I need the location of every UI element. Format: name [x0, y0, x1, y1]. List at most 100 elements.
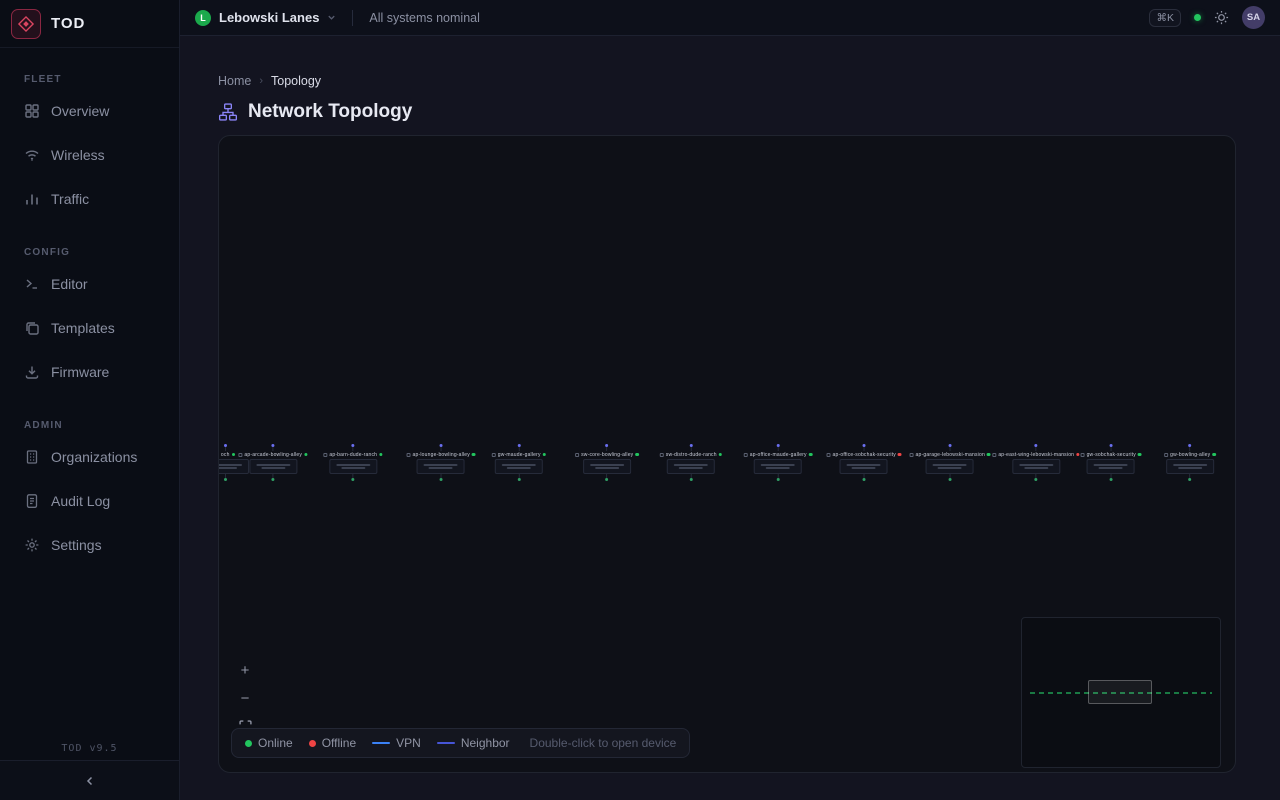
section-label-config: CONFIG	[0, 247, 179, 258]
client-dot-icon	[439, 478, 442, 481]
tod-logo-icon	[11, 9, 41, 39]
download-icon	[24, 364, 40, 380]
sidebar-item-settings[interactable]: Settings	[0, 523, 179, 567]
topology-node[interactable]: ap-east-wing-lebowski-mansion	[992, 444, 1079, 481]
sidebar-item-editor[interactable]: Editor	[0, 262, 179, 306]
node-label: ap-barn-dude-ranch	[329, 452, 377, 458]
topology-node[interactable]: gw-sobchak-security	[1081, 444, 1142, 481]
system-status-text: All systems nominal	[369, 11, 479, 25]
minimap[interactable]	[1021, 617, 1221, 768]
client-dot-icon	[1188, 478, 1191, 481]
device-icon	[1164, 453, 1168, 457]
breadcrumb-home[interactable]: Home	[218, 74, 251, 88]
sidebar-item-wireless[interactable]: Wireless	[0, 133, 179, 177]
node-link-line	[607, 474, 608, 478]
grid-icon	[24, 103, 40, 119]
sidebar-item-label: Traffic	[51, 191, 89, 207]
user-avatar[interactable]: SA	[1242, 6, 1265, 29]
sidebar-item-organizations[interactable]: Organizations	[0, 435, 179, 479]
sun-icon	[1214, 10, 1229, 25]
node-link-line	[1111, 474, 1112, 478]
node-card	[1012, 459, 1060, 474]
node-status-dot	[543, 453, 547, 457]
node-status-dot	[1212, 453, 1216, 457]
sidebar-item-templates[interactable]: Templates	[0, 306, 179, 350]
breadcrumb-chevron-icon: ›	[259, 75, 263, 87]
node-link-line	[1189, 474, 1190, 478]
topology-node[interactable]: ap-garage-lebowski-mansion	[910, 444, 991, 481]
zoom-in-button[interactable]: +	[235, 660, 255, 680]
copy-icon	[24, 320, 40, 336]
org-selector[interactable]: L Lebowski Lanes	[195, 10, 336, 26]
topology-node[interactable]: gw-bowling-alley	[1164, 444, 1216, 481]
topology-node[interactable]: ap-barn-dude-ranch	[323, 444, 382, 481]
topology-node[interactable]: gw-maude-gallery	[492, 444, 546, 481]
topology-node[interactable]: sw-distro-dude-ranch	[660, 444, 722, 481]
client-dot-icon	[949, 478, 952, 481]
app-title: TOD	[51, 15, 85, 32]
topology-node[interactable]: ap-office-sobchak-security	[827, 444, 902, 481]
legend-offline: Offline	[309, 736, 356, 750]
command-palette-shortcut[interactable]: ⌘K	[1149, 9, 1181, 27]
sidebar-item-label: Settings	[51, 537, 102, 553]
node-link-line	[273, 474, 274, 478]
sidebar-item-traffic[interactable]: Traffic	[0, 177, 179, 221]
document-icon	[24, 493, 40, 509]
online-dot-icon	[245, 740, 252, 747]
sidebar-item-label: Firmware	[51, 364, 109, 380]
client-dot-icon	[1110, 478, 1113, 481]
sidebar: TOD FLEET Overview Wireless Traffic CONF…	[0, 0, 180, 800]
node-link-line	[225, 474, 226, 478]
device-icon	[407, 453, 411, 457]
brand: TOD	[0, 0, 179, 48]
section-label-admin: ADMIN	[0, 420, 179, 431]
sidebar-item-audit-log[interactable]: Audit Log	[0, 479, 179, 523]
client-dot-icon	[863, 478, 866, 481]
node-label: och	[221, 452, 230, 458]
top-header: L Lebowski Lanes All systems nominal ⌘K …	[180, 0, 1280, 36]
health-dot	[1194, 14, 1201, 21]
device-icon	[910, 453, 914, 457]
node-card	[495, 459, 543, 474]
main-content: Home › Topology Network Topology ochap-a…	[180, 36, 1280, 800]
node-label: ap-arcade-bowling-alley	[244, 452, 302, 458]
node-card	[840, 459, 888, 474]
node-label: sw-core-bowling-alley	[581, 452, 633, 458]
node-card	[1166, 459, 1214, 474]
node-status-dot	[304, 453, 308, 457]
sidebar-item-label: Audit Log	[51, 493, 110, 509]
node-label: ap-office-sobchak-security	[833, 452, 896, 458]
minimap-viewport[interactable]	[1088, 680, 1152, 704]
client-dot-icon	[776, 478, 779, 481]
node-status-dot	[809, 453, 813, 457]
sidebar-item-label: Organizations	[51, 449, 137, 465]
node-card	[754, 459, 802, 474]
node-link-line	[352, 474, 353, 478]
legend-hint: Double-click to open device	[530, 736, 677, 750]
sidebar-item-label: Wireless	[51, 147, 105, 163]
theme-toggle-button[interactable]	[1214, 10, 1229, 25]
topology-node[interactable]: ap-office-maude-gallery	[744, 444, 813, 481]
node-card	[249, 459, 297, 474]
device-icon	[238, 453, 242, 457]
device-icon	[660, 453, 664, 457]
topology-node[interactable]: ap-arcade-bowling-alley	[238, 444, 307, 481]
topology-node[interactable]: ap-lounge-bowling-alley	[407, 444, 476, 481]
sidebar-item-overview[interactable]: Overview	[0, 89, 179, 133]
vpn-line-icon	[372, 742, 390, 745]
node-link-line	[691, 474, 692, 478]
sidebar-collapse-button[interactable]	[0, 760, 179, 800]
chevron-down-icon	[327, 13, 336, 22]
node-link-line	[777, 474, 778, 478]
zoom-out-button[interactable]: −	[235, 688, 255, 708]
device-icon	[827, 453, 831, 457]
terminal-icon	[24, 276, 40, 292]
sidebar-item-firmware[interactable]: Firmware	[0, 350, 179, 394]
topology-canvas[interactable]: och ap-arcade-bowling-alley ap-barn-dude-r…	[218, 135, 1236, 773]
legend-vpn: VPN	[372, 736, 421, 750]
node-label: gw-sobchak-security	[1087, 452, 1136, 458]
node-status-dot	[472, 453, 476, 457]
legend-neighbor: Neighbor	[437, 736, 510, 750]
topology-node[interactable]: sw-core-bowling-alley	[575, 444, 639, 481]
device-icon	[218, 453, 219, 457]
